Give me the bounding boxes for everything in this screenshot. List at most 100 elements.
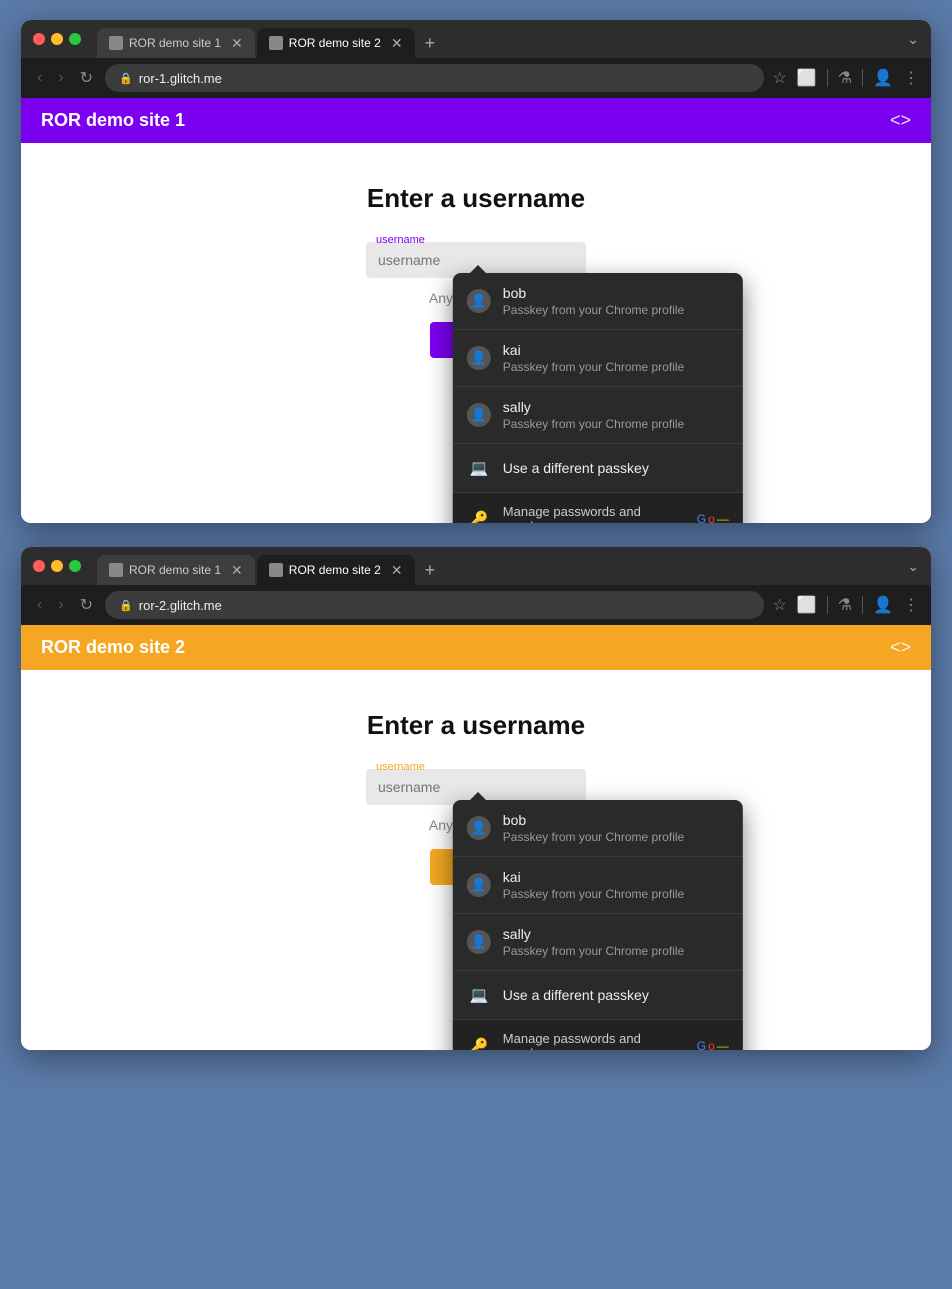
passkey-arrow-1 [468,265,488,275]
toolbar-icons-2: ☆ ⬜ ⚗ 👤 ⋮ [772,595,919,615]
passkey-arrow-2 [468,792,488,802]
passkey-item-bob-1[interactable]: 👤 bob Passkey from your Chrome profile [453,273,743,330]
bookmark-icon-1[interactable]: ☆ [772,68,786,88]
passkey-info-bob-2: bob Passkey from your Chrome profile [503,812,684,844]
tab-dropdown-2[interactable]: ⌄ [907,558,919,575]
site-title-2: ROR demo site 2 [41,637,185,658]
passkey-sub-bob-1: Passkey from your Chrome profile [503,303,684,317]
device-icon-2: 💻 [467,983,491,1007]
tab-1-close[interactable]: ✕ [231,36,243,50]
url-bar-2[interactable]: 🔒 ror-2.glitch.me [105,591,764,619]
site-header-1: ROR demo site 1 <> [21,98,931,143]
passkey-item-kai-2[interactable]: 👤 kai Passkey from your Chrome profile [453,857,743,914]
back-button-1[interactable]: ‹ [33,65,46,91]
tab-2-close[interactable]: ✕ [391,36,403,50]
url-text-2: ror-2.glitch.me [139,598,222,613]
menu-icon-2[interactable]: ⋮ [903,595,919,615]
google-key-icon-1: Go— [697,512,729,523]
minimize-button[interactable] [51,33,63,45]
code-icon-2[interactable]: <> [890,637,911,658]
manage-text-2: Manage passwords and passkeys... [503,1031,685,1050]
lens-icon-1[interactable]: ⚗ [838,68,852,88]
cast-icon-1[interactable]: ⬜ [797,68,817,88]
passkey-item-sally-1[interactable]: 👤 sally Passkey from your Chrome profile [453,387,743,444]
security-icon-2: 🔒 [119,599,133,612]
passkey-item-bob-2[interactable]: 👤 bob Passkey from your Chrome profile [453,800,743,857]
forward-button-1[interactable]: › [54,65,67,91]
close-button[interactable] [33,33,45,45]
manage-passkeys-2[interactable]: 🔑 Manage passwords and passkeys... Go— [453,1020,743,1050]
different-passkey-info-1: Use a different passkey [503,460,649,476]
passkey-name-kai-1: kai [503,342,684,358]
passkey-sub-kai-2: Passkey from your Chrome profile [503,887,684,901]
tab-dropdown-1[interactable]: ⌄ [907,31,919,48]
tab-3-close[interactable]: ✕ [231,563,243,577]
tab-bar-2: ROR demo site 1 ✕ ROR demo site 2 ✕ + [97,547,443,585]
browser-window-1: ROR demo site 1 ✕ ROR demo site 2 ✕ + ⌄ … [21,20,931,523]
tab-4-label: ROR demo site 2 [289,563,381,577]
bookmark-icon-2[interactable]: ☆ [772,595,786,615]
divider-1 [827,69,828,87]
title-bar-1: ROR demo site 1 ✕ ROR demo site 2 ✕ + ⌄ [21,20,931,58]
passkey-name-kai-2: kai [503,869,684,885]
cast-icon-2[interactable]: ⬜ [797,595,817,615]
passkey-avatar-sally-2: 👤 [467,930,491,954]
close-button-2[interactable] [33,560,45,572]
tab-2-label: ROR demo site 2 [289,36,381,50]
passkey-info-sally-2: sally Passkey from your Chrome profile [503,926,684,958]
tab-favicon-3 [109,563,123,577]
passkey-name-sally-2: sally [503,926,684,942]
profile-icon-2[interactable]: 👤 [873,595,893,615]
passkey-info-kai-1: kai Passkey from your Chrome profile [503,342,684,374]
passkey-name-sally-1: sally [503,399,684,415]
maximize-button[interactable] [69,33,81,45]
tab-1-label: ROR demo site 1 [129,36,221,50]
profile-icon-1[interactable]: 👤 [873,68,893,88]
reload-button-1[interactable]: ↻ [76,64,97,92]
lens-icon-2[interactable]: ⚗ [838,595,852,615]
passkey-item-kai-1[interactable]: 👤 kai Passkey from your Chrome profile [453,330,743,387]
menu-icon-1[interactable]: ⋮ [903,68,919,88]
passkey-sub-sally-1: Passkey from your Chrome profile [503,417,684,431]
passkey-avatar-sally-1: 👤 [467,403,491,427]
tab-favicon-4 [269,563,283,577]
title-bar-2: ROR demo site 1 ✕ ROR demo site 2 ✕ + ⌄ [21,547,931,585]
passkey-sub-kai-1: Passkey from your Chrome profile [503,360,684,374]
tab-3-inactive[interactable]: ROR demo site 1 ✕ [97,555,255,585]
passkey-item-sally-2[interactable]: 👤 sally Passkey from your Chrome profile [453,914,743,971]
different-passkey-item-1[interactable]: 💻 Use a different passkey [453,444,743,493]
manage-icon-1: 🔑 [467,507,491,523]
passkey-name-bob-1: bob [503,285,684,301]
tab-2-active[interactable]: ROR demo site 2 ✕ [257,28,415,58]
forward-button-2[interactable]: › [54,592,67,618]
username-label-1: username [376,234,425,246]
tab-4-close[interactable]: ✕ [391,563,403,577]
passkey-avatar-kai-2: 👤 [467,873,491,897]
different-passkey-label-1: Use a different passkey [503,460,649,476]
back-button-2[interactable]: ‹ [33,592,46,618]
manage-text-1: Manage passwords and passkeys... [503,504,685,523]
new-tab-button-2[interactable]: + [417,555,444,585]
code-icon-1[interactable]: <> [890,110,911,131]
passkey-avatar-bob-1: 👤 [467,289,491,313]
minimize-button-2[interactable] [51,560,63,572]
maximize-button-2[interactable] [69,560,81,572]
manage-passkeys-1[interactable]: 🔑 Manage passwords and passkeys... Go— [453,493,743,523]
passkey-sub-sally-2: Passkey from your Chrome profile [503,944,684,958]
device-icon-1: 💻 [467,456,491,480]
passkey-info-sally-1: sally Passkey from your Chrome profile [503,399,684,431]
tab-1-inactive[interactable]: ROR demo site 1 ✕ [97,28,255,58]
passkey-name-bob-2: bob [503,812,684,828]
page-heading-2: Enter a username [367,710,585,741]
passkey-info-bob-1: bob Passkey from your Chrome profile [503,285,684,317]
passkey-dropdown-1: 👤 bob Passkey from your Chrome profile 👤… [453,273,743,523]
divider-2 [862,69,863,87]
tab-4-active[interactable]: ROR demo site 2 ✕ [257,555,415,585]
url-bar-1[interactable]: 🔒 ror-1.glitch.me [105,64,764,92]
new-tab-button-1[interactable]: + [417,28,444,58]
reload-button-2[interactable]: ↻ [76,591,97,619]
passkey-avatar-kai-1: 👤 [467,346,491,370]
url-text-1: ror-1.glitch.me [139,71,222,86]
different-passkey-item-2[interactable]: 💻 Use a different passkey [453,971,743,1020]
tab-favicon-1 [109,36,123,50]
